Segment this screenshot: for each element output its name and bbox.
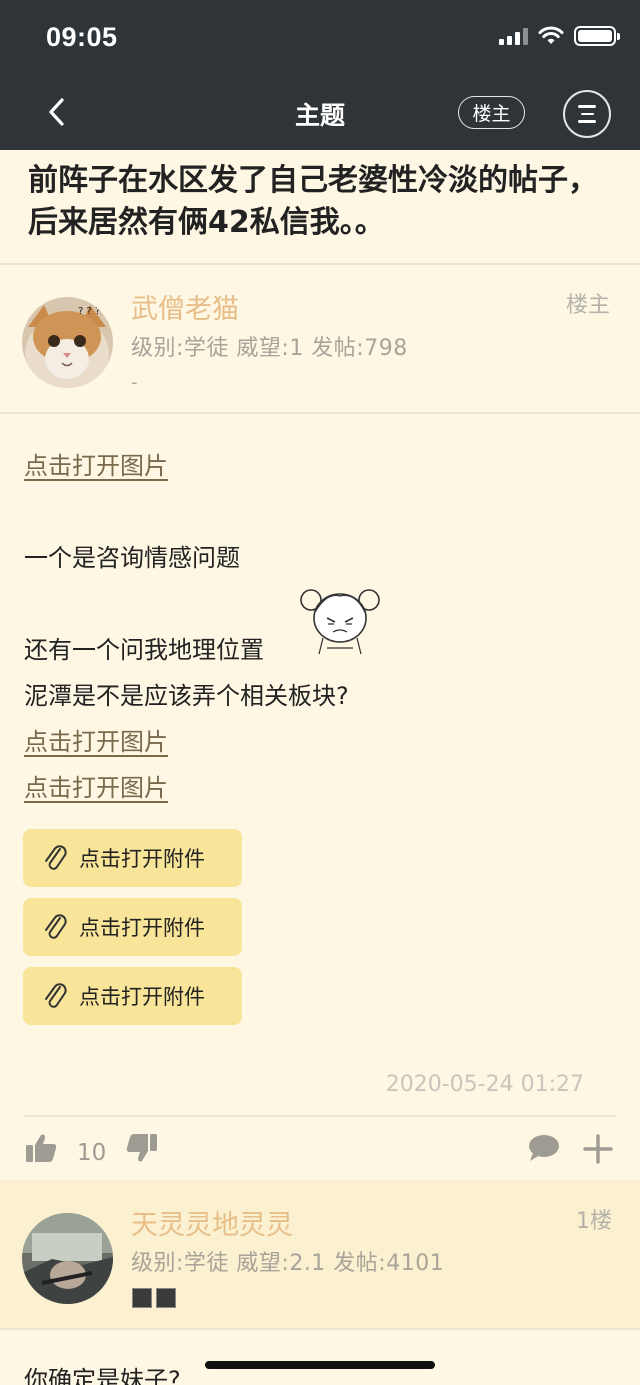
post-text-line: 泥潭是不是应该弄个相关板块? xyxy=(24,682,349,710)
menu-icon xyxy=(578,105,596,108)
comment-icon[interactable] xyxy=(527,1133,561,1163)
reply-text: 你确定是妹子? xyxy=(24,1366,181,1385)
author-name[interactable]: 武僧老猫 xyxy=(131,287,239,326)
attachment-button[interactable]: 点击打开附件 xyxy=(23,967,242,1025)
author-meta-extra: - xyxy=(131,372,138,393)
paperclip-icon xyxy=(45,914,67,939)
floor-label: 1楼 xyxy=(576,1209,612,1234)
svg-text:? ? ?: ? ? ? xyxy=(78,306,100,317)
attachment-label: 点击打开附件 xyxy=(79,985,205,1009)
divider xyxy=(0,263,640,265)
thumbs-down-icon[interactable] xyxy=(125,1132,159,1164)
badge-icon xyxy=(156,1288,176,1308)
post-text-line: 还有一个问我地理位置 xyxy=(24,636,264,664)
avatar[interactable]: ? ? ? xyxy=(22,297,113,388)
only-op-button[interactable]: 楼主 xyxy=(458,96,525,129)
badge-icon xyxy=(132,1288,152,1308)
open-image-link[interactable]: 点击打开图片 xyxy=(24,446,168,481)
user-badges xyxy=(132,1288,176,1308)
author-meta: 级别:学徒 威望:1 发帖:798 xyxy=(131,336,408,361)
divider xyxy=(0,412,640,414)
page-title: 主题 xyxy=(294,101,345,130)
like-count: 10 xyxy=(77,1140,107,1166)
attachment-label: 点击打开附件 xyxy=(79,847,205,871)
paperclip-icon xyxy=(45,845,67,870)
top-bar: 09:05 主题 楼主 xyxy=(0,0,640,150)
open-image-link[interactable]: 点击打开图片 xyxy=(24,768,168,803)
attachment-button[interactable]: 点击打开附件 xyxy=(23,898,242,956)
author-name[interactable]: 天灵灵地灵灵 xyxy=(131,1203,293,1242)
plus-icon[interactable] xyxy=(583,1134,613,1164)
attachment-button[interactable]: 点击打开附件 xyxy=(23,829,242,887)
attachment-label: 点击打开附件 xyxy=(79,916,205,940)
signal-icon xyxy=(499,27,528,45)
thread-title: 前阵子在水区发了自己老婆性冷淡的帖子，后来居然有俩42私信我。。 xyxy=(28,163,598,240)
status-time: 09:05 xyxy=(46,22,118,52)
avatar[interactable] xyxy=(22,1213,113,1304)
post-text-line: 一个是咨询情感问题 xyxy=(24,544,240,572)
home-indicator xyxy=(205,1361,435,1369)
open-image-link[interactable]: 点击打开图片 xyxy=(24,722,168,757)
floor-label: 楼主 xyxy=(566,293,611,318)
post-date: 2020-05-24 01:27 xyxy=(385,1072,584,1097)
paperclip-icon xyxy=(45,983,67,1008)
wifi-icon xyxy=(538,26,564,44)
emoticon-image xyxy=(300,589,380,655)
divider xyxy=(0,1328,640,1330)
divider xyxy=(24,1115,616,1117)
author-meta: 级别:学徒 威望:2.1 发帖:4101 xyxy=(131,1251,445,1276)
menu-button[interactable] xyxy=(563,90,611,138)
thumbs-up-icon[interactable] xyxy=(24,1132,58,1164)
status-icons xyxy=(499,26,620,46)
battery-icon xyxy=(574,26,620,46)
